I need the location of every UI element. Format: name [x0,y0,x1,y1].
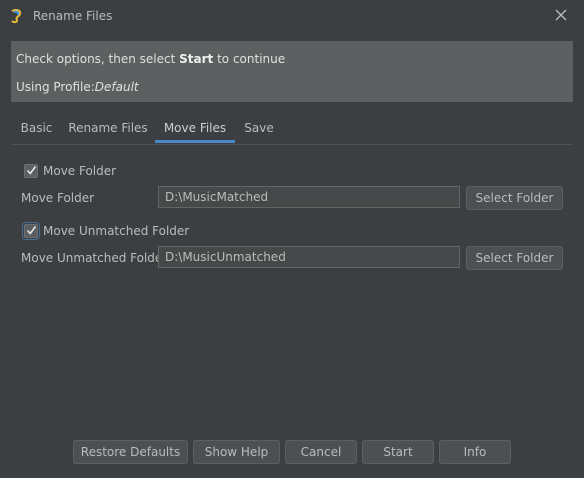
tab-move-files[interactable]: Move Files [155,114,235,143]
instruction-text: Check options, then select Start to cont… [16,52,286,66]
move-folder-option[interactable]: Move Folder [24,162,116,180]
move-folder-checkbox-label: Move Folder [43,164,117,178]
start-button[interactable]: Start [362,440,434,464]
profile-text: Using Profile:Default [16,80,139,94]
checkmark-icon [26,226,37,235]
restore-defaults-button[interactable]: Restore Defaults [73,440,188,464]
move-unmatched-label: Move Unmatched Folder [21,251,168,265]
app-logo-icon [9,8,25,24]
move-unmatched-path-field[interactable]: D:\MusicUnmatched [158,246,460,268]
move-folder-path-field[interactable]: D:\MusicMatched [158,186,460,208]
select-move-folder-button[interactable]: Select Folder [466,186,563,210]
info-button[interactable]: Info [439,440,511,464]
rename-files-dialog: Rename Files Check options, then select … [0,0,584,478]
move-unmatched-option[interactable]: Move Unmatched Folder [22,222,190,240]
start-keyword: Start [179,52,214,66]
tab-save[interactable]: Save [235,114,283,143]
window-title: Rename Files [33,9,113,23]
move-folder-label: Move Folder [21,191,95,205]
checkmark-icon [26,166,37,175]
tab-rename-files[interactable]: Rename Files [62,114,154,143]
instruction-banner: Check options, then select Start to cont… [11,41,573,102]
move-folder-checkbox[interactable] [24,164,38,178]
profile-name: Default [94,80,139,94]
tab-basic[interactable]: Basic [11,114,62,143]
title-bar[interactable]: Rename Files [0,0,584,33]
close-icon [555,9,567,21]
tab-bar: Basic Rename Files Move Files Save [11,114,573,145]
select-unmatched-folder-button[interactable]: Select Folder [466,246,563,270]
cancel-button[interactable]: Cancel [285,440,357,464]
show-help-button[interactable]: Show Help [193,440,280,464]
move-unmatched-checkbox-label: Move Unmatched Folder [43,224,190,238]
close-button[interactable] [550,4,572,26]
move-unmatched-checkbox[interactable] [22,222,40,240]
